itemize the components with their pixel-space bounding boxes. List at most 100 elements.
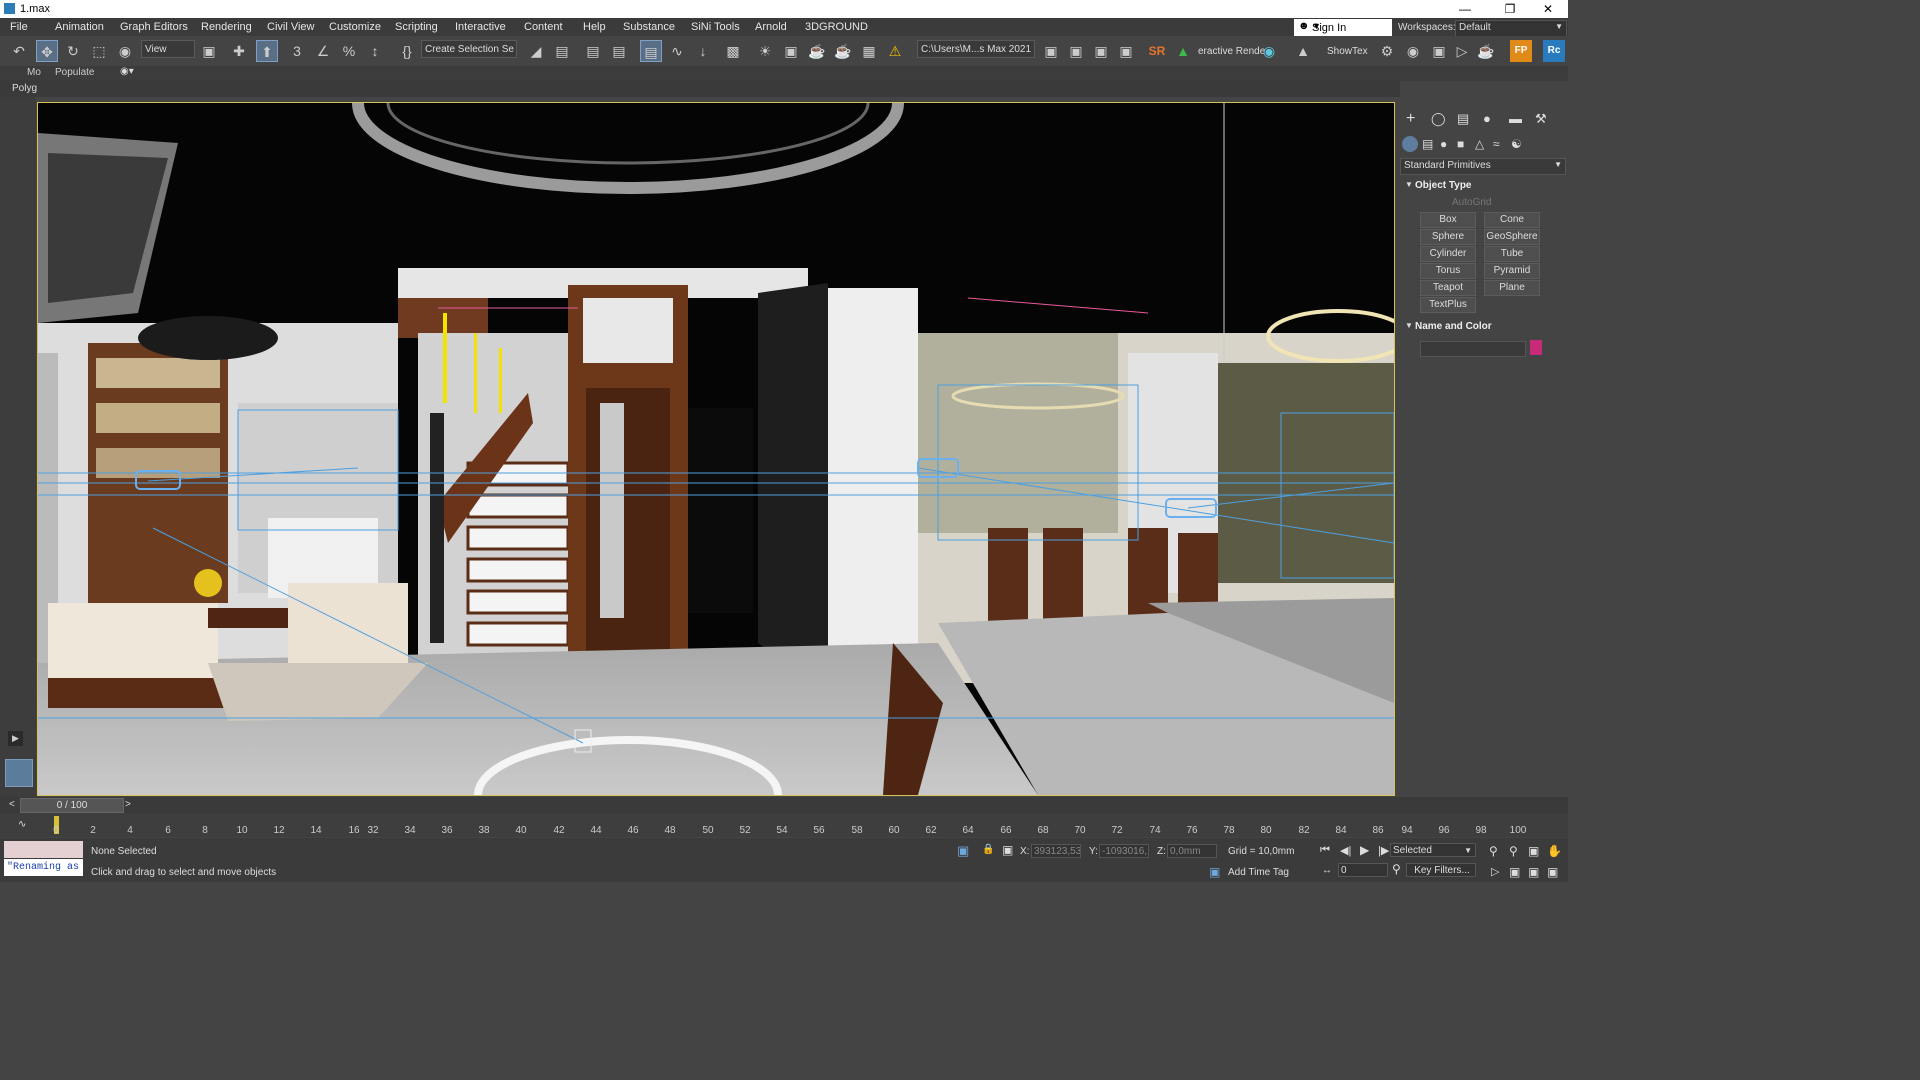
expand-arrow-icon[interactable]: ▶ bbox=[8, 731, 23, 746]
textplus-button[interactable]: TextPlus bbox=[1420, 297, 1476, 313]
key-filters-button[interactable]: Key Filters... bbox=[1406, 863, 1476, 877]
fp-icon[interactable]: FP bbox=[1510, 40, 1532, 62]
key-mode-dropdown[interactable]: Selected ▼ bbox=[1390, 843, 1476, 857]
render-icon[interactable]: ◉ bbox=[1402, 40, 1424, 62]
gear-icon[interactable]: ⚙ bbox=[1376, 40, 1398, 62]
polygon-modeling-label[interactable]: Polyg bbox=[12, 83, 37, 94]
maximize-button[interactable]: ❐ bbox=[1490, 0, 1530, 18]
maxscript-listener-pink[interactable] bbox=[4, 841, 83, 858]
select-move-icon[interactable]: ✥ bbox=[36, 40, 58, 62]
wrench-icon[interactable]: ⚒ bbox=[1535, 111, 1547, 127]
viewport-layout-icon[interactable] bbox=[5, 759, 33, 787]
rendered-frame-window-icon[interactable]: ▣ bbox=[780, 40, 802, 62]
set-key-icon[interactable]: ⚲ bbox=[1392, 862, 1401, 876]
absolute-mode-icon[interactable]: ▣ bbox=[1002, 843, 1013, 857]
helpers-icon[interactable]: △ bbox=[1475, 137, 1484, 151]
pan-icon[interactable]: ✋ bbox=[1547, 844, 1562, 858]
next-frame-icon[interactable]: > bbox=[125, 799, 131, 810]
walkthrough-icon[interactable]: ▣ bbox=[1528, 865, 1539, 879]
menu-file[interactable]: File bbox=[10, 21, 28, 33]
torus-button[interactable]: Torus bbox=[1420, 263, 1476, 279]
move-icon[interactable]: ✚ bbox=[228, 40, 250, 62]
minimize-button[interactable]: — bbox=[1445, 0, 1485, 18]
script-tool-icon[interactable]: ▣ bbox=[1065, 40, 1087, 62]
named-selection-set-dropdown[interactable]: Create Selection Se bbox=[421, 40, 517, 58]
object-type-rollout-header[interactable]: ▼ Object Type bbox=[1398, 178, 1568, 194]
spinner-snap-icon[interactable]: ↕ bbox=[364, 40, 386, 62]
time-slider[interactable]: < 0 / 100 > bbox=[0, 797, 1568, 813]
menu-animation[interactable]: Animation bbox=[55, 21, 104, 33]
project-path-dropdown[interactable]: C:\Users\M...s Max 2021 bbox=[917, 40, 1035, 58]
angle-snap-icon[interactable]: ∠ bbox=[312, 40, 334, 62]
zoom-icon[interactable]: ⚲ bbox=[1489, 844, 1498, 858]
light-icon[interactable]: ◉ bbox=[1258, 40, 1280, 62]
time-tag-icon[interactable]: ▣ bbox=[1209, 865, 1220, 879]
menu-graph-editors[interactable]: Graph Editors bbox=[120, 21, 188, 33]
warning-icon[interactable]: ⚠ bbox=[884, 40, 906, 62]
cone-button[interactable]: Cone bbox=[1484, 212, 1540, 228]
frame-icon[interactable]: ▣ bbox=[1428, 40, 1450, 62]
teapot-button[interactable]: Teapot bbox=[1420, 280, 1476, 296]
redo-icon[interactable]: ↻ bbox=[62, 40, 84, 62]
select-filter-icon[interactable]: ◉ bbox=[114, 40, 136, 62]
lights-icon[interactable]: ● bbox=[1440, 137, 1447, 151]
play-preview-icon[interactable]: ▷ bbox=[1451, 40, 1473, 62]
mirror-icon[interactable]: ◢ bbox=[525, 40, 547, 62]
frame-arrows-icon[interactable]: ↔ bbox=[1322, 865, 1332, 876]
select-by-name-icon[interactable]: ▣ bbox=[198, 40, 220, 62]
curve-editor-toggle-icon[interactable]: ∿ bbox=[18, 819, 26, 830]
previous-key-icon[interactable]: ◀| bbox=[1340, 844, 1351, 857]
render-iterative-icon[interactable]: ▦ bbox=[858, 40, 880, 62]
tube-button[interactable]: Tube bbox=[1484, 246, 1540, 262]
menu-substance[interactable]: Substance bbox=[623, 21, 675, 33]
space-warps-icon[interactable]: ≈ bbox=[1493, 137, 1500, 151]
name-and-color-rollout-header[interactable]: ▼ Name and Color bbox=[1398, 319, 1568, 335]
render-setup-icon[interactable]: ☀ bbox=[754, 40, 776, 62]
material-editor-icon[interactable]: ▩ bbox=[722, 40, 744, 62]
menu-civil-view[interactable]: Civil View bbox=[267, 21, 314, 33]
modify-icon[interactable]: ◯ bbox=[1431, 111, 1446, 127]
isolate-selection-icon[interactable]: ▣ bbox=[957, 843, 969, 859]
menu-interactive[interactable]: Interactive bbox=[455, 21, 506, 33]
hierarchy-icon[interactable]: ▤ bbox=[1457, 111, 1469, 127]
menu-content[interactable]: Content bbox=[524, 21, 563, 33]
y-coordinate-field[interactable]: -1093016,1 bbox=[1099, 844, 1149, 858]
field-of-view-icon[interactable]: ▷ bbox=[1491, 865, 1499, 878]
maxscript-listener-white[interactable]: "Renaming as bbox=[4, 859, 83, 876]
render-production-icon[interactable]: ☕ bbox=[806, 40, 828, 62]
interactive-renderer-label[interactable]: eractive Rende bbox=[1198, 46, 1265, 57]
orbit-icon[interactable]: ▣ bbox=[1509, 865, 1520, 879]
maximize-viewport-icon[interactable]: ▣ bbox=[1547, 865, 1558, 879]
menu-scripting[interactable]: Scripting bbox=[395, 21, 438, 33]
autogrid-checkbox[interactable]: AutoGrid bbox=[1452, 197, 1491, 208]
current-frame-field[interactable]: 0 bbox=[1338, 863, 1388, 877]
ribbon-toggle-icon[interactable]: ◉▾ bbox=[120, 66, 134, 77]
next-key-icon[interactable]: |▶ bbox=[1378, 844, 1389, 857]
schematic-view-icon[interactable]: ↓ bbox=[692, 40, 714, 62]
geometry-icon[interactable] bbox=[1402, 136, 1418, 152]
track-bar[interactable]: ∿ 0 2 4 6 8 10 12 14 16 32 34 36 38 40 4… bbox=[0, 813, 1568, 837]
sign-in-dropdown[interactable]: ☻ Sign In ▼ bbox=[1294, 19, 1392, 36]
render-activeshade-icon[interactable]: ☕ bbox=[832, 40, 854, 62]
add-time-tag[interactable]: Add Time Tag bbox=[1228, 867, 1289, 878]
script-tool-icon[interactable]: ▣ bbox=[1040, 40, 1062, 62]
snaps-3d-icon[interactable]: 3 bbox=[286, 40, 308, 62]
edit-named-selection-icon[interactable]: {} bbox=[396, 40, 418, 62]
time-slider-thumb[interactable]: 0 / 100 bbox=[20, 798, 124, 813]
reference-coordinate-dropdown[interactable]: View bbox=[141, 40, 195, 58]
create-icon[interactable]: + bbox=[1406, 110, 1415, 128]
select-object-icon[interactable]: ⬆ bbox=[256, 40, 278, 62]
z-coordinate-field[interactable]: 0,0mm bbox=[1167, 844, 1217, 858]
zoom-extents-icon[interactable]: ▣ bbox=[1528, 844, 1539, 858]
object-name-field[interactable] bbox=[1420, 341, 1526, 357]
script-tool-icon[interactable]: ▣ bbox=[1090, 40, 1112, 62]
teapot-icon[interactable]: ☕ bbox=[1475, 40, 1497, 62]
geosphere-button[interactable]: GeoSphere bbox=[1484, 229, 1540, 245]
scene-explorer-icon[interactable]: ▤ bbox=[640, 40, 662, 62]
menu-help[interactable]: Help bbox=[583, 21, 606, 33]
zoom-all-icon[interactable]: ⚲ bbox=[1509, 844, 1518, 858]
display-icon[interactable]: ▬ bbox=[1509, 111, 1522, 126]
toggle-ribbon-icon[interactable]: ▤ bbox=[608, 40, 630, 62]
x-coordinate-field[interactable]: 393123,53 bbox=[1031, 844, 1081, 858]
systems-icon[interactable]: ☯ bbox=[1511, 137, 1522, 151]
